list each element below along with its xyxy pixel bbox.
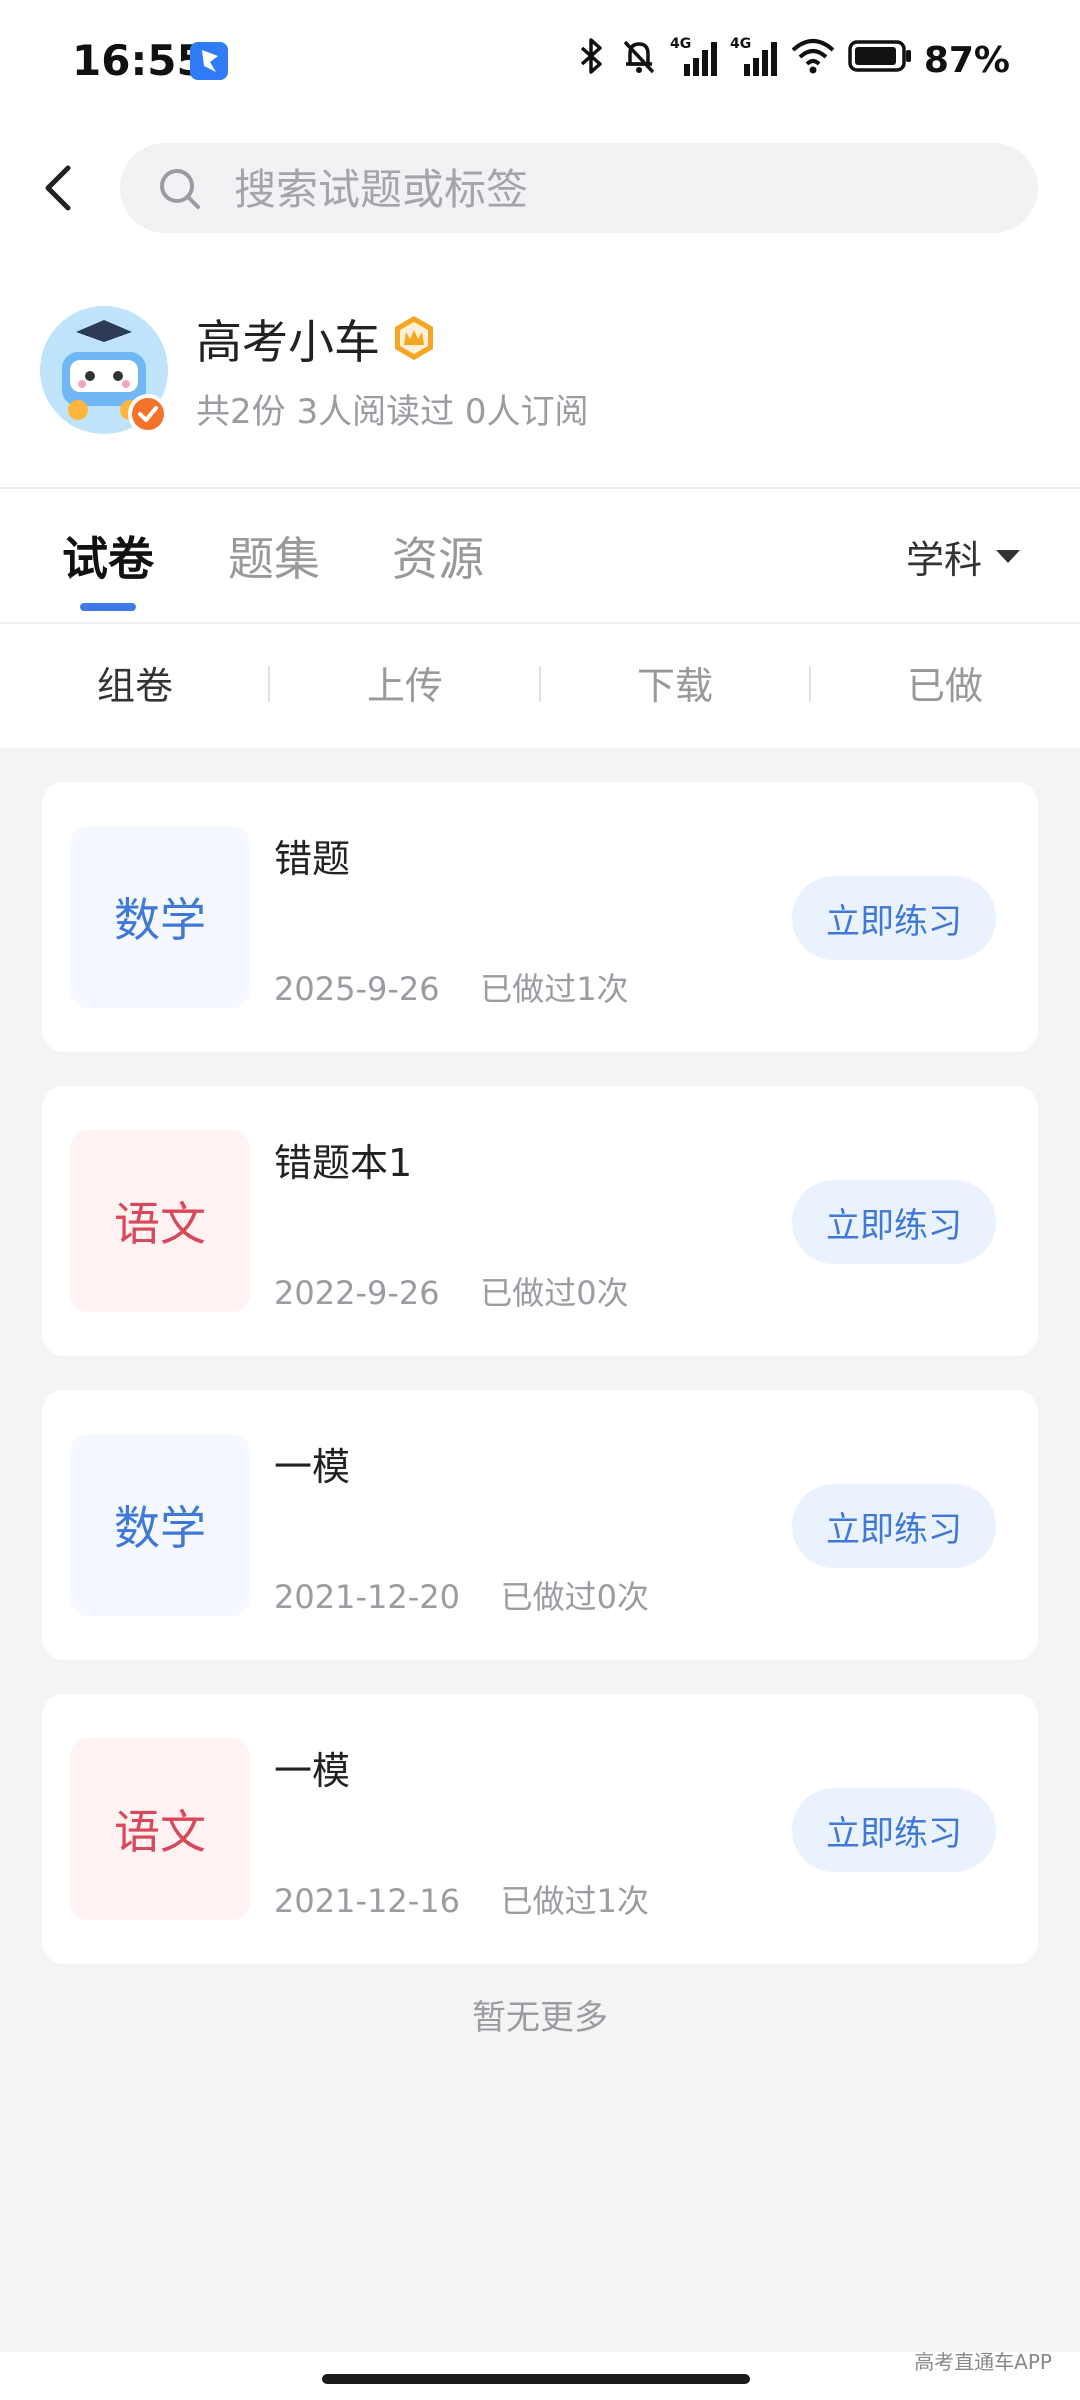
practice-now-button[interactable]: 立即练习: [792, 876, 996, 960]
search-box[interactable]: [120, 143, 1038, 235]
sub-tab-bar: 组卷 上传 下载 已做: [0, 624, 1080, 748]
svg-text:4G: 4G: [670, 36, 691, 52]
paper-title: 一模: [274, 1445, 351, 1489]
app-notification-icon: [190, 42, 228, 80]
paper-list: 数学 错题 2025-9-26 已做过1次 立即练习 语文 错题本1 2022-…: [0, 748, 1080, 2352]
paper-date: 2021-12-20: [274, 1578, 460, 1616]
subject-filter-dropdown[interactable]: 学科: [906, 529, 1020, 584]
subject-tile: 数学: [70, 1434, 250, 1616]
subject-tile: 语文: [70, 1130, 250, 1312]
paper-done-count: 已做过0次: [480, 1274, 629, 1312]
home-indicator[interactable]: [322, 2374, 750, 2384]
profile-stats: 共2份 3人阅读过 0人订阅: [196, 392, 589, 432]
search-icon: [160, 169, 200, 209]
subtab-done[interactable]: 已做: [810, 624, 1080, 748]
paper-meta: 2022-9-26 已做过0次: [274, 1268, 629, 1314]
subject-tile: 数学: [70, 826, 250, 1008]
profile-header: 高考小车 共2份 3人阅读过 0人订阅: [0, 290, 1080, 450]
paper-done-count: 已做过1次: [500, 1882, 650, 1920]
tab-question-sets[interactable]: 题集: [228, 523, 320, 589]
paper-card[interactable]: 语文 一模 2021-12-16 已做过1次 立即练习: [42, 1694, 1038, 1964]
verified-badge-icon: [128, 394, 168, 434]
mute-icon: [620, 36, 658, 85]
practice-now-button[interactable]: 立即练习: [792, 1788, 996, 1872]
back-button[interactable]: [34, 158, 94, 218]
tab-resources[interactable]: 资源: [392, 523, 484, 589]
paper-meta: 2025-9-26 已做过1次: [274, 964, 629, 1010]
profile-name: 高考小车: [196, 315, 380, 369]
practice-now-button[interactable]: 立即练习: [792, 1484, 996, 1568]
paper-title: 错题本1: [274, 1141, 413, 1185]
battery-percent: 87%: [923, 39, 1010, 81]
paper-meta: 2021-12-20 已做过0次: [274, 1572, 649, 1618]
signal-4g-icon: 4G: [670, 34, 718, 87]
tab-papers[interactable]: 试卷: [62, 523, 154, 589]
crown-badge-icon: [390, 314, 438, 362]
subject-tile: 语文: [70, 1738, 250, 1920]
subtab-download[interactable]: 下载: [540, 624, 810, 748]
caret-down-icon: [996, 550, 1020, 563]
paper-meta: 2021-12-16 已做过1次: [274, 1876, 649, 1922]
paper-title: 一模: [274, 1749, 351, 1793]
paper-date: 2021-12-16: [274, 1882, 460, 1920]
paper-card[interactable]: 数学 错题 2025-9-26 已做过1次 立即练习: [42, 782, 1038, 1052]
search-input[interactable]: [232, 143, 996, 235]
chevron-left-icon: [45, 165, 71, 211]
practice-now-button[interactable]: 立即练习: [792, 1180, 996, 1264]
paper-card[interactable]: 语文 错题本1 2022-9-26 已做过0次 立即练习: [42, 1086, 1038, 1356]
no-more-text: 暂无更多: [472, 1998, 608, 2038]
paper-done-count: 已做过0次: [500, 1578, 650, 1616]
svg-text:4G: 4G: [730, 36, 751, 52]
paper-card[interactable]: 数学 一模 2021-12-20 已做过0次 立即练习: [42, 1390, 1038, 1660]
battery-icon: [848, 38, 912, 83]
paper-date: 2022-9-26: [274, 1274, 440, 1312]
signal-4g-icon: 4G: [730, 34, 778, 87]
wifi-icon: [790, 36, 836, 85]
paper-title: 错题: [274, 837, 351, 881]
status-time: 16:55: [72, 36, 206, 85]
tab-indicator: [80, 603, 136, 611]
status-icons: 4G 4G 87%: [574, 30, 1010, 90]
paper-done-count: 已做过1次: [480, 970, 629, 1008]
status-bar: 16:55 4G 4G 87%: [0, 0, 1080, 128]
subtab-upload[interactable]: 上传: [270, 624, 540, 748]
tab-bar: 试卷 题集 资源 学科: [0, 489, 1080, 621]
subject-filter-label: 学科: [905, 538, 982, 582]
search-row: [0, 140, 1080, 236]
subtab-compose[interactable]: 组卷: [0, 624, 270, 748]
watermark-text: 高考直通车APP: [914, 2350, 1052, 2374]
bluetooth-icon: [574, 36, 608, 85]
paper-date: 2025-9-26: [274, 970, 440, 1008]
